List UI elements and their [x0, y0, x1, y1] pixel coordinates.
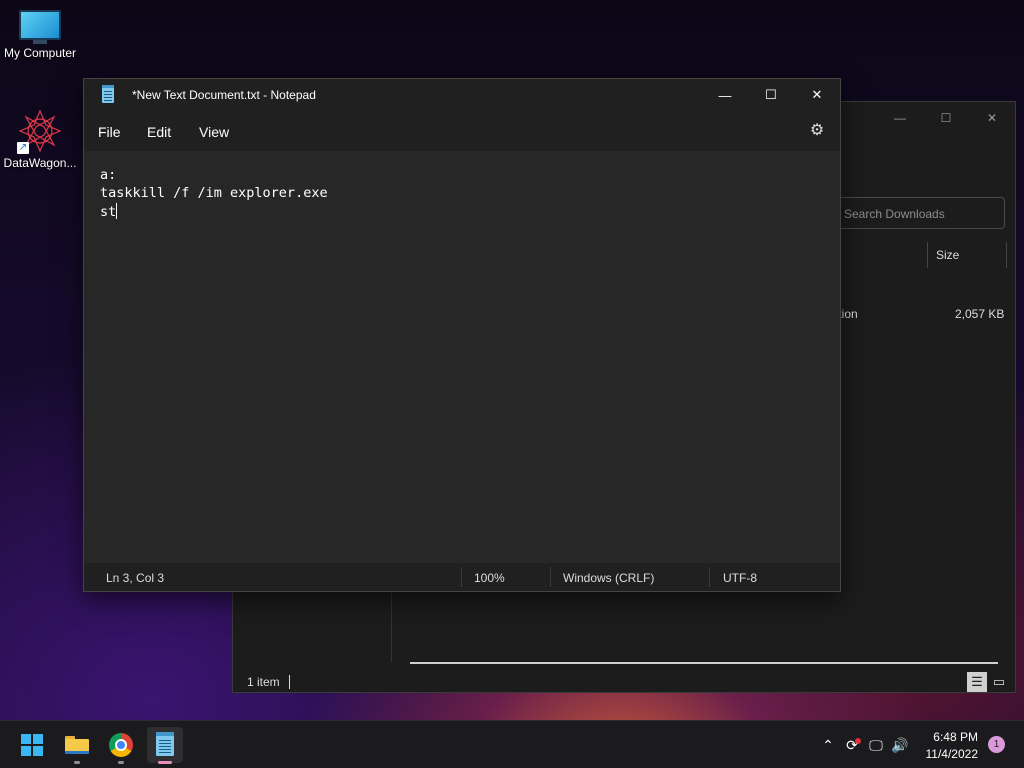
window-title: *New Text Document.txt - Notepad — [132, 88, 316, 102]
windows-logo-icon — [21, 734, 43, 756]
notepad-app-icon — [102, 85, 114, 103]
taskbar-chrome[interactable] — [103, 727, 139, 764]
network-icon[interactable]: 🖵 — [864, 737, 888, 754]
menu-view[interactable]: View — [199, 124, 229, 140]
notification-badge[interactable]: 1 — [988, 736, 1005, 753]
search-downloads-input[interactable]: Search Downloads — [833, 197, 1005, 229]
desktop-icon-label: DataWagon... — [3, 156, 77, 170]
text-editor[interactable]: a: taskkill /f /im explorer.exe st — [84, 151, 840, 563]
notepad-window[interactable]: *New Text Document.txt - Notepad — ☐ ✕ F… — [83, 78, 841, 592]
column-header-size[interactable]: Size — [927, 242, 1007, 268]
horizontal-scrollbar[interactable] — [410, 662, 998, 664]
editor-line-1: a: — [100, 167, 117, 183]
clock-time: 6:48 PM — [933, 730, 978, 744]
running-indicator — [74, 761, 80, 764]
gear-icon[interactable]: ⚙ — [808, 122, 826, 140]
datawagon-logo-icon: ↗ — [17, 108, 63, 154]
menu-bar: File Edit View ⚙ — [84, 111, 840, 151]
menu-edit[interactable]: Edit — [147, 124, 171, 140]
details-view-icon[interactable]: ☰ — [967, 672, 987, 692]
sidebar-divider — [391, 592, 392, 662]
cursor-position: Ln 3, Col 3 — [106, 571, 165, 585]
text-caret — [116, 203, 118, 219]
line-ending: Windows (CRLF) — [563, 571, 655, 585]
desktop-icon-label: My Computer — [3, 46, 77, 60]
close-button[interactable]: ✕ — [794, 79, 840, 111]
volume-icon[interactable]: 🔊 — [888, 737, 912, 754]
chrome-icon — [109, 733, 133, 757]
title-bar[interactable]: *New Text Document.txt - Notepad — ☐ ✕ — [84, 79, 840, 111]
minimize-icon[interactable]: — — [877, 102, 923, 134]
taskbar-file-explorer[interactable] — [59, 727, 95, 764]
window-controls: — ☐ ✕ — [702, 79, 840, 111]
start-button[interactable] — [14, 727, 50, 763]
folder-icon — [65, 736, 89, 754]
menu-file[interactable]: File — [98, 124, 121, 140]
minimize-button[interactable]: — — [702, 79, 748, 111]
desktop-icon-my-computer[interactable]: My Computer — [0, 10, 80, 60]
chevron-up-icon[interactable]: ⌃ — [816, 737, 840, 754]
active-indicator — [158, 761, 172, 764]
close-icon[interactable]: ✕ — [969, 102, 1015, 134]
running-indicator — [118, 761, 124, 764]
encoding: UTF-8 — [723, 571, 757, 585]
status-separator — [461, 567, 462, 587]
sync-alert-icon[interactable]: ⟳ — [840, 737, 864, 754]
tiles-view-icon[interactable]: ▭ — [989, 672, 1009, 692]
taskbar-notepad[interactable] — [147, 727, 183, 764]
file-size-cell: 2,057 KB — [955, 307, 1005, 321]
view-toggle: ☰ ▭ — [967, 672, 1009, 692]
status-divider — [289, 675, 290, 689]
explorer-window-controls: — ☐ ✕ — [877, 102, 1015, 134]
item-count-status: 1 item — [247, 675, 280, 689]
editor-line-3: st — [100, 203, 118, 220]
maximize-icon[interactable]: ☐ — [923, 102, 969, 134]
notepad-icon — [156, 732, 174, 756]
clock-date: 11/4/2022 — [925, 747, 979, 761]
status-separator — [709, 567, 710, 587]
taskbar: ⌃ ⟳ 🖵 🔊 6:48 PM 11/4/2022 1 — [0, 720, 1024, 768]
clock[interactable]: 6:48 PM 11/4/2022 — [926, 729, 979, 763]
computer-monitor-icon — [19, 10, 61, 44]
system-tray: ⌃ ⟳ 🖵 🔊 — [816, 721, 912, 768]
editor-line-3-text: st — [100, 204, 117, 220]
desktop-icon-datawagon[interactable]: ↗ DataWagon... — [0, 108, 80, 170]
status-separator — [550, 567, 551, 587]
editor-line-2: taskkill /f /im explorer.exe — [100, 185, 328, 201]
maximize-button[interactable]: ☐ — [748, 79, 794, 111]
zoom-level: 100% — [474, 571, 505, 585]
shortcut-arrow-icon: ↗ — [17, 142, 29, 154]
status-bar: Ln 3, Col 3 100% Windows (CRLF) UTF-8 — [84, 563, 840, 591]
